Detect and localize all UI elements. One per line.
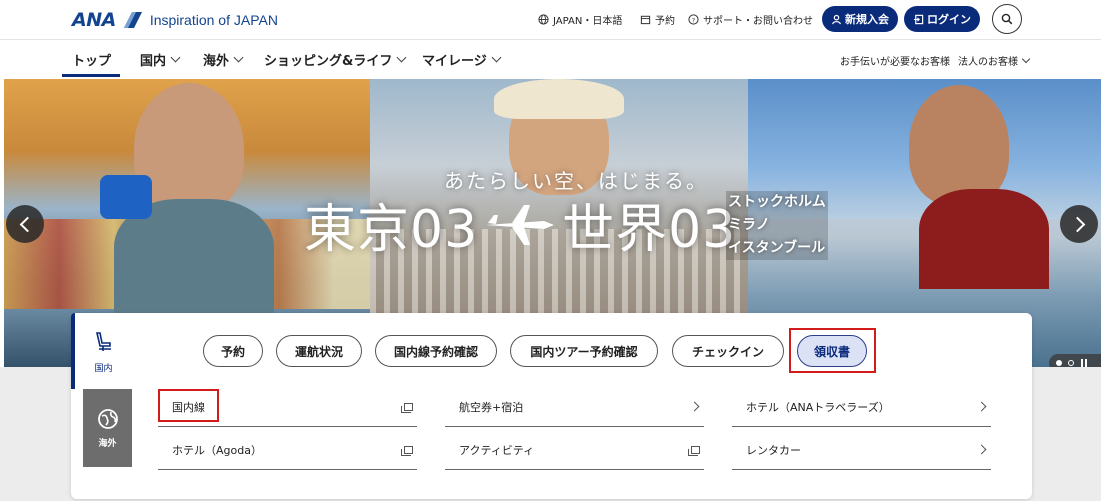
hero-title: 東京03 世界03: [304, 187, 736, 262]
nav-domestic[interactable]: 国内: [140, 50, 181, 69]
logo-text: ANA: [72, 9, 116, 31]
external-link-icon: [688, 445, 700, 456]
corporate-label: 法人のお客様: [958, 57, 1018, 68]
ana-logo[interactable]: ANA Inspiration of JAPAN: [72, 9, 278, 31]
search-button[interactable]: [992, 4, 1022, 34]
city-istanbul: イスタンブール: [726, 237, 828, 260]
chevron-right-icon: [976, 444, 987, 455]
globe-icon: [538, 14, 549, 25]
nav-international-label: 海外: [203, 54, 230, 69]
login-icon: [913, 14, 924, 24]
city-milan: ミラノ: [726, 214, 828, 237]
airplane-icon: [486, 204, 555, 245]
chevron-down-icon: [233, 52, 244, 63]
nav-top[interactable]: トップ: [72, 50, 111, 69]
link-hotel-agoda[interactable]: ホテル（Agoda）: [158, 430, 417, 470]
link-hotel-ana-travelers-label: ホテル（ANAトラベラーズ）: [746, 400, 890, 414]
user-icon: [832, 14, 841, 24]
link-hotel-agoda-label: ホテル（Agoda）: [172, 443, 262, 457]
site-header: ANA Inspiration of JAPAN JAPAN・日本語 予約 ? …: [0, 0, 1101, 40]
hero-title-right: 世界03: [562, 200, 737, 260]
language-selector[interactable]: JAPAN・日本語: [538, 12, 622, 27]
chevron-right-icon: [1069, 216, 1085, 232]
hero-person-3: [909, 85, 1009, 205]
chip-flight-status-label: 運航状況: [294, 344, 343, 359]
chip-check-in-label: チェックイン: [691, 344, 764, 359]
carousel-dot-active[interactable]: [1056, 360, 1062, 366]
pause-icon[interactable]: [1080, 359, 1088, 367]
help-icon: ?: [688, 14, 699, 25]
tab-domestic-label: 国内: [94, 363, 113, 374]
reservation-label: 予約: [655, 16, 675, 27]
link-hotel-ana-travelers[interactable]: ホテル（ANAトラベラーズ）: [732, 387, 991, 427]
link-rental-car[interactable]: レンタカー: [732, 430, 991, 470]
nav-international[interactable]: 海外: [203, 50, 244, 69]
nav-top-label: トップ: [72, 54, 112, 69]
chevron-right-icon: [689, 401, 700, 412]
support-link[interactable]: ? サポート・お問い合わせ: [688, 12, 813, 27]
nav-domestic-label: 国内: [140, 54, 167, 69]
chip-check-in[interactable]: チェックイン: [672, 335, 784, 367]
calendar-icon: [640, 15, 651, 25]
link-flight-hotel-label: 航空券+宿泊: [459, 400, 524, 414]
carousel-next-button[interactable]: [1060, 205, 1098, 243]
domestic-flights-highlight-box: [158, 389, 219, 422]
chip-reserve[interactable]: 予約: [203, 335, 263, 367]
hero-mug: [100, 175, 152, 219]
link-flight-hotel[interactable]: 航空券+宿泊: [445, 387, 704, 427]
nav-mileage-label: マイレージ: [422, 54, 487, 69]
help-label: お手伝いが必要なお客様: [840, 57, 950, 68]
carousel-indicators: [1049, 354, 1101, 367]
chip-flight-status[interactable]: 運航状況: [276, 335, 362, 367]
chip-tour-reservation-check-label: 国内ツアー予約確認: [530, 344, 638, 359]
tab-domestic[interactable]: 国内: [71, 313, 132, 389]
chevron-down-icon: [170, 52, 181, 63]
main-nav: トップ 国内 海外 ショッピング&ライフ マイレージ お手伝いが必要なお客様 法…: [0, 40, 1101, 78]
signup-label: 新規入会: [845, 13, 889, 26]
external-link-icon: [401, 445, 413, 456]
seat-icon: [95, 331, 111, 351]
city-stockholm: ストックホルム: [726, 191, 828, 214]
link-activity[interactable]: アクティビティ: [445, 430, 704, 470]
corporate-link[interactable]: 法人のお客様: [958, 53, 1031, 68]
chip-domestic-reservation-check[interactable]: 国内線予約確認: [375, 335, 497, 367]
search-icon: [1001, 13, 1013, 25]
chip-tour-reservation-check[interactable]: 国内ツアー予約確認: [510, 335, 658, 367]
chevron-left-icon: [19, 216, 35, 232]
nav-shopping[interactable]: ショッピング&ライフ: [264, 50, 407, 69]
chip-reserve-label: 予約: [220, 344, 245, 359]
svg-text:?: ?: [692, 16, 695, 24]
nav-mileage[interactable]: マイレージ: [422, 50, 502, 69]
hero-cities: ストックホルム ミラノ イスタンブール: [726, 191, 828, 260]
receipt-highlight-box: [789, 328, 876, 373]
tab-international[interactable]: 海外: [83, 389, 132, 467]
help-link[interactable]: お手伝いが必要なお客様: [840, 53, 950, 68]
nav-shopping-label: ショッピング&ライフ: [264, 54, 393, 69]
chevron-down-icon: [491, 52, 502, 63]
language-label: JAPAN・日本語: [553, 16, 623, 27]
hero-hat: [494, 79, 624, 119]
signup-button[interactable]: 新規入会: [822, 6, 898, 32]
carousel-prev-button[interactable]: [6, 205, 44, 243]
reservation-link[interactable]: 予約: [640, 12, 675, 27]
chevron-down-icon: [396, 52, 407, 63]
login-label: ログイン: [927, 13, 971, 26]
support-label: サポート・お問い合わせ: [703, 16, 813, 27]
logo-tagline: Inspiration of JAPAN: [149, 12, 278, 28]
chip-domestic-reservation-check-label: 国内線予約確認: [393, 344, 478, 359]
external-link-icon: [401, 402, 413, 413]
globe-icon: [97, 408, 118, 429]
chevron-right-icon: [976, 401, 987, 412]
logo-mark-icon: [118, 12, 142, 28]
tab-international-label: 海外: [98, 438, 117, 449]
login-button[interactable]: ログイン: [904, 6, 980, 32]
carousel-dot[interactable]: [1068, 360, 1074, 366]
link-rental-car-label: レンタカー: [746, 443, 801, 457]
hero-person-3-body: [919, 189, 1049, 289]
chevron-down-icon: [1021, 54, 1031, 64]
link-activity-label: アクティビティ: [459, 443, 535, 457]
hero-title-left: 東京03: [304, 200, 479, 260]
nav-active-indicator: [62, 74, 120, 77]
